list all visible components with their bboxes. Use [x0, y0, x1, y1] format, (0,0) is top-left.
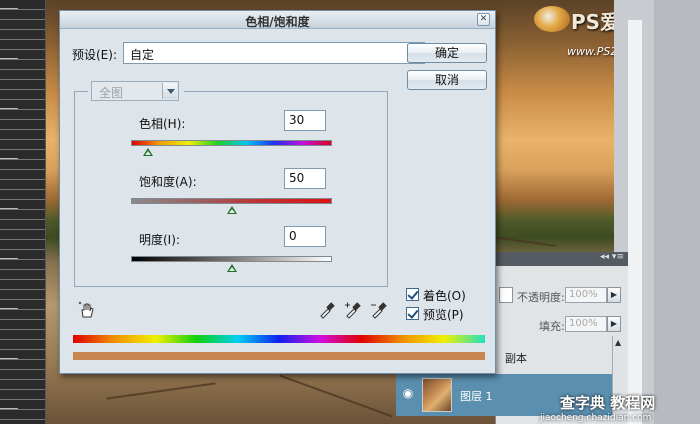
hue-slider-thumb[interactable]: [142, 148, 153, 156]
input-color-spectrum: [73, 335, 485, 343]
fill-label: 填充:: [539, 320, 565, 333]
dialog-title: 色相/饱和度: [245, 15, 310, 29]
ok-button[interactable]: 确定: [407, 43, 487, 63]
hue-input[interactable]: 30: [284, 110, 326, 131]
lightness-slider-thumb[interactable]: [226, 264, 237, 272]
fill-input[interactable]: 100%: [565, 316, 607, 332]
preview-check-box[interactable]: [406, 307, 419, 320]
opacity-arrow-button[interactable]: ▶: [607, 287, 621, 303]
saturation-input[interactable]: 50: [284, 168, 326, 189]
saturation-label: 饱和度(A):: [139, 175, 197, 189]
site-watermark-url: jiaocheng.chazidian.com: [540, 413, 652, 423]
preset-value: 自定: [130, 48, 155, 62]
opacity-label: 不透明度:: [517, 291, 565, 304]
output-color-bar: [73, 352, 485, 360]
lightness-label: 明度(I):: [139, 233, 180, 247]
layer-copy-name[interactable]: 副本: [505, 350, 527, 366]
fill-arrow-button[interactable]: ▶: [607, 316, 621, 332]
eyedropper-icon[interactable]: [318, 301, 336, 319]
preview-label[interactable]: 预览(P): [423, 306, 464, 323]
preset-label: 预设(E):: [72, 48, 117, 62]
eyedropper-plus-icon[interactable]: [344, 301, 362, 319]
site-watermark: 查字典 教程网 jiaocheng.chazidian.com: [540, 392, 656, 423]
chevron-down-icon[interactable]: [162, 83, 177, 99]
lightness-slider-track[interactable]: [131, 256, 332, 262]
eyedropper-minus-icon[interactable]: [370, 301, 388, 319]
layers-panel-header: ◂◂ ▾≡: [496, 252, 628, 266]
vertical-ruler: [0, 0, 46, 424]
saturation-slider-track[interactable]: [131, 198, 332, 204]
channel-select[interactable]: 全图: [91, 81, 179, 101]
layer-name[interactable]: 图层 1: [460, 388, 493, 404]
lightness-input[interactable]: 0: [284, 226, 326, 247]
colorize-check-box[interactable]: [406, 288, 419, 301]
hue-saturation-dialog: 色相/饱和度 ✕ 预设(E): 自定 确定 取消 全图 色相(H): 30 饱和…: [59, 10, 496, 374]
colorize-label[interactable]: 着色(O): [423, 287, 466, 304]
target-adjust-hand-icon[interactable]: [78, 301, 96, 319]
preset-select[interactable]: 自定: [123, 42, 425, 64]
close-icon[interactable]: ✕: [477, 13, 490, 26]
opacity-input[interactable]: 100%: [565, 287, 607, 303]
channel-value: 全图: [99, 86, 124, 100]
cancel-button[interactable]: 取消: [407, 70, 487, 90]
hue-slider-track[interactable]: [131, 140, 332, 146]
hue-label: 色相(H):: [139, 117, 186, 131]
eye-icon[interactable]: ◉: [400, 386, 416, 402]
site-watermark-name: 查字典 教程网: [560, 394, 656, 412]
saturation-slider-thumb[interactable]: [226, 206, 237, 214]
layer-thumbnail: [422, 378, 452, 412]
dialog-titlebar[interactable]: 色相/饱和度 ✕: [60, 11, 495, 29]
blend-mode-select[interactable]: [499, 287, 513, 303]
panel-collapse-icon[interactable]: ◂◂ ▾≡: [600, 252, 624, 262]
